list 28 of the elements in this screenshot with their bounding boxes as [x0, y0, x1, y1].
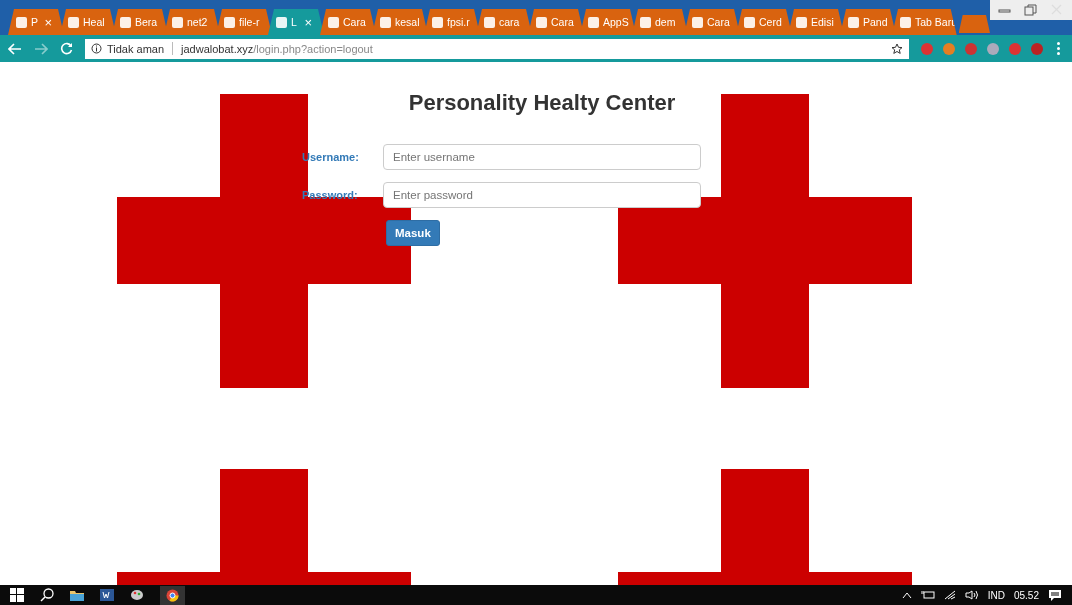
language-indicator[interactable]: IND — [987, 589, 1005, 601]
browser-tab[interactable]: AppS — [580, 9, 636, 35]
browser-tab[interactable]: Cara — [684, 9, 740, 35]
browser-tab[interactable]: L × — [268, 9, 324, 35]
browser-tab[interactable]: Bera — [112, 9, 168, 35]
close-tab-button[interactable]: × — [304, 14, 312, 30]
browser-tab[interactable]: cara — [476, 9, 532, 35]
clock-text[interactable]: 05.52 — [1013, 589, 1039, 601]
address-field[interactable]: Tidak aman jadwalobat.xyz/login.php?action=logout — [85, 38, 909, 59]
browser-tab[interactable]: Pand — [840, 9, 896, 35]
security-label: Tidak aman — [107, 42, 165, 55]
browser-tab[interactable]: file-r — [216, 9, 272, 35]
browser-tab[interactable]: Cara — [528, 9, 584, 35]
login-button[interactable]: Masuk — [386, 220, 440, 246]
browser-tab[interactable]: dem — [632, 9, 688, 35]
browser-tab[interactable]: Cara — [320, 9, 376, 35]
input-field[interactable]: Enter username — [383, 144, 701, 170]
browser-tab[interactable]: Heal — [60, 9, 116, 35]
browser-tab[interactable]: net2 — [164, 9, 220, 35]
url-text: jadwalobat.xyz/login.php?action=logout — [181, 42, 373, 55]
page-title: Personality Healty Center — [407, 90, 677, 116]
browser-tab[interactable]: P × — [8, 9, 64, 35]
browser-tab[interactable]: Cerd — [736, 9, 792, 35]
close-tab-button[interactable]: × — [44, 14, 52, 30]
input-field[interactable]: Enter password — [383, 182, 701, 208]
browser-tab[interactable]: Edisi — [788, 9, 844, 35]
browser-tab[interactable]: fpsi.r — [424, 9, 480, 35]
browser-tab[interactable]: kesal — [372, 9, 428, 35]
